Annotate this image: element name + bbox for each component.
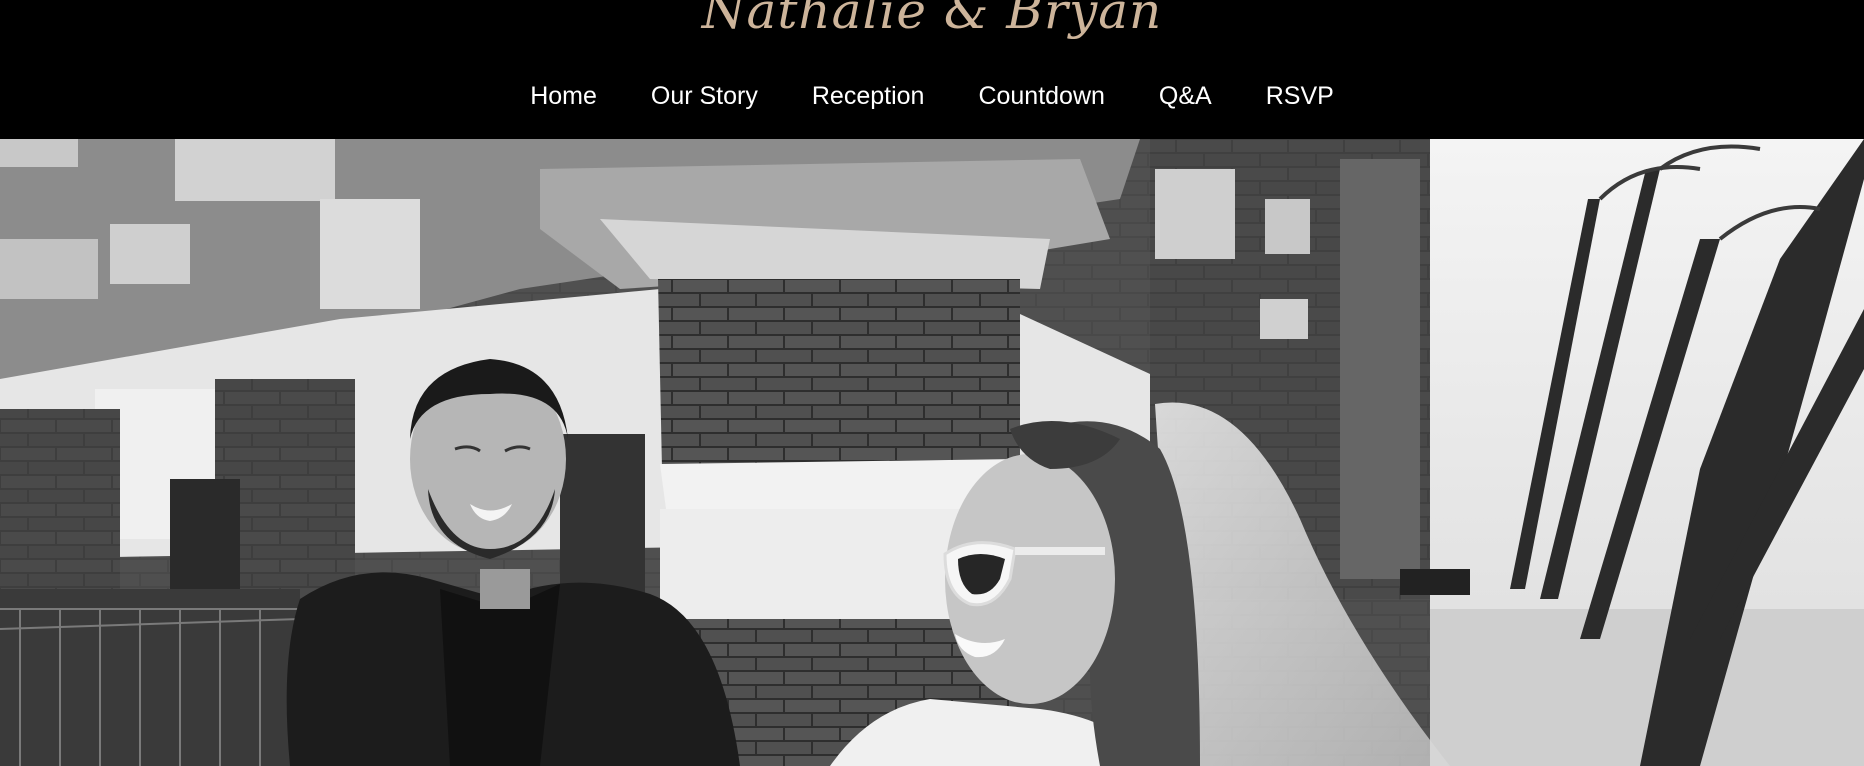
- nav-home[interactable]: Home: [530, 80, 597, 112]
- nav-countdown[interactable]: Countdown: [978, 80, 1104, 112]
- nav-our-story[interactable]: Our Story: [651, 80, 758, 112]
- nav-qa[interactable]: Q&A: [1159, 80, 1212, 112]
- nav-reception[interactable]: Reception: [812, 80, 925, 112]
- brick-column: [658, 279, 1020, 469]
- main-nav: Home Our Story Reception Countdown Q&A R…: [0, 80, 1864, 112]
- site-header: Nathalie & Bryan Home Our Story Receptio…: [0, 0, 1864, 139]
- site-title[interactable]: Nathalie & Bryan: [0, 0, 1864, 40]
- sidewalk: [1380, 609, 1864, 766]
- nav-rsvp[interactable]: RSVP: [1266, 80, 1334, 112]
- couple-photo-illustration: [0, 139, 1864, 766]
- awning: [1400, 569, 1470, 595]
- railing: [0, 589, 300, 766]
- hero-photo: [0, 139, 1864, 766]
